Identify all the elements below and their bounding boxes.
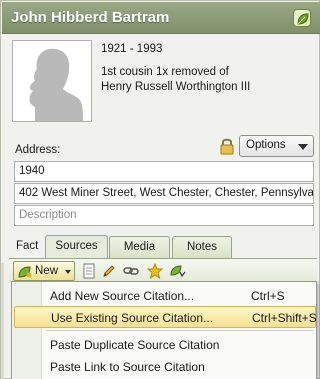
description-field[interactable]: Description (14, 205, 314, 226)
options-button-label: Options (246, 139, 286, 151)
menu-item-shortcut: Ctrl+Shift+S (252, 311, 317, 325)
tab-notes[interactable]: Notes (172, 236, 232, 258)
menu-item-paste-duplicate-source-citation[interactable]: Paste Duplicate Source Citation (14, 334, 316, 356)
relationship-line-1: 1st cousin 1x removed of (101, 66, 229, 78)
lock-icon[interactable] (219, 137, 235, 155)
star-icon[interactable] (146, 262, 164, 280)
menu-item-add-new-source-citation[interactable]: Add New Source Citation... Ctrl+S (14, 285, 316, 307)
sources-toolbar: New (9, 259, 317, 283)
link-icon[interactable] (123, 263, 139, 279)
chevron-down-icon (298, 144, 308, 150)
menu-item-paste-link-to-source-citation[interactable]: Paste Link to Source Citation (14, 356, 316, 378)
menu-item-label: Paste Duplicate Source Citation (50, 338, 220, 352)
new-button-label: New (35, 265, 59, 277)
person-dates: 1921 - 1993 (101, 43, 163, 55)
scrollbar-edge[interactable] (1, 263, 4, 379)
menu-item-label: Add New Source Citation... (50, 289, 195, 303)
person-info: 1921 - 1993 1st cousin 1x removed of Hen… (101, 42, 250, 95)
tab-fact[interactable]: Fact (16, 240, 38, 252)
pencil-icon[interactable] (101, 263, 117, 279)
document-icon[interactable] (81, 263, 97, 279)
check-down-icon[interactable] (170, 263, 186, 279)
menu-item-label: Paste Link to Source Citation (50, 360, 205, 374)
options-button[interactable]: Options (239, 135, 314, 157)
address-label: Address: (15, 144, 61, 156)
tab-sources[interactable]: Sources (45, 235, 108, 259)
date-field[interactable]: 1940 (14, 161, 314, 182)
place-field[interactable]: 402 West Miner Street, West Chester, Che… (14, 183, 314, 204)
new-leaf-icon (18, 265, 32, 278)
relationship-line-2: Henry Russell Worthington III (101, 81, 251, 93)
leaf-icon[interactable] (293, 9, 311, 27)
chevron-down-icon (65, 270, 71, 274)
person-name: John Hibberd Bartram (11, 9, 170, 26)
menu-item-shortcut: Ctrl+S (251, 289, 285, 303)
new-button[interactable]: New (13, 261, 75, 281)
menu-separator (46, 330, 314, 331)
person-panel: John Hibberd Bartram 1921 - 1993 1st cou… (0, 0, 320, 379)
menu-item-use-existing-source-citation[interactable]: Use Existing Source Citation... Ctrl+Shi… (14, 306, 317, 328)
new-dropdown-menu: Add New Source Citation... Ctrl+S Use Ex… (11, 281, 317, 379)
tab-media[interactable]: Media (109, 236, 170, 258)
person-header: John Hibberd Bartram (2, 2, 320, 34)
person-silhouette-photo[interactable] (12, 40, 92, 122)
menu-item-label: Use Existing Source Citation... (51, 311, 214, 325)
